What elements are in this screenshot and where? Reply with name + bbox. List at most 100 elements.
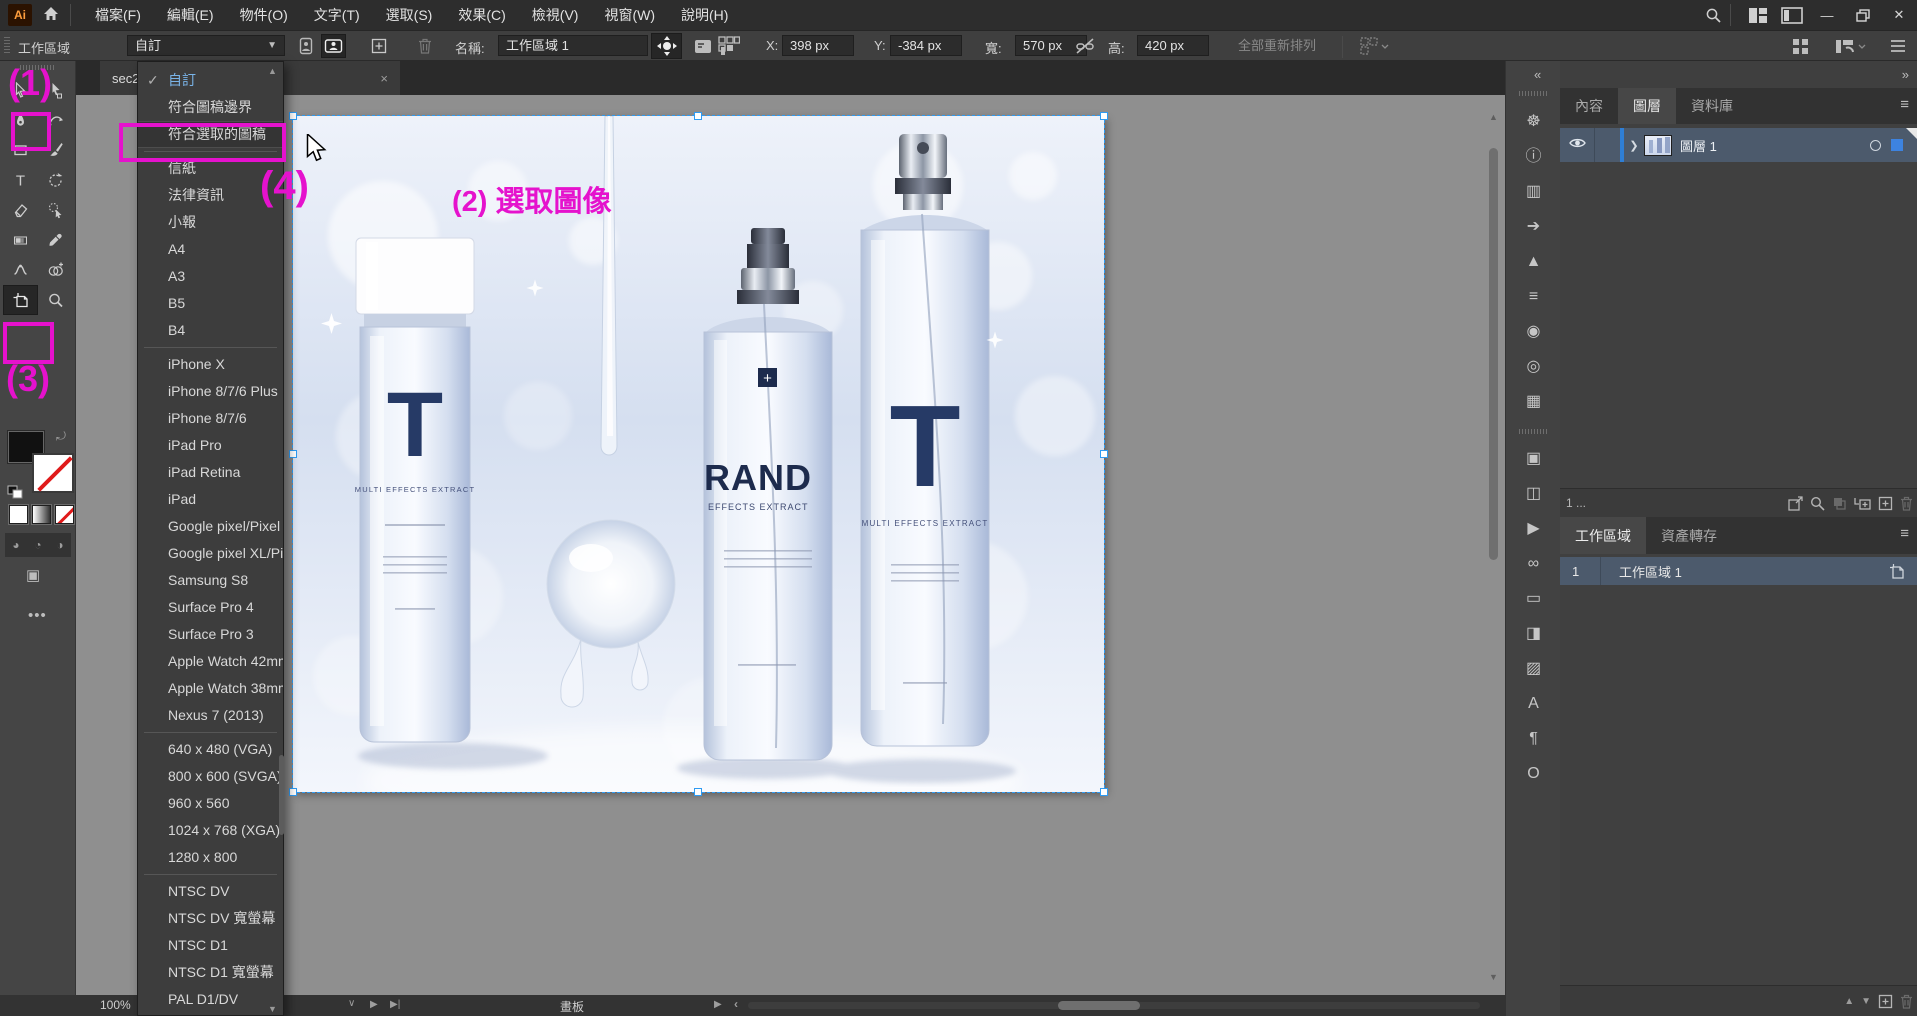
mode-outline-icon[interactable]: ◔ (27, 533, 49, 557)
layer-selection-proxy[interactable] (1891, 139, 1903, 151)
tab-content[interactable]: 內容 (1560, 88, 1618, 124)
preset-dropdown-field[interactable]: 自訂▼ (127, 35, 285, 56)
mode-normal-icon[interactable]: ◕ (5, 533, 27, 557)
layer-name[interactable]: 圖層 1 (1680, 136, 1717, 155)
eraser-tool[interactable] (3, 195, 38, 225)
new-artboard-button[interactable] (366, 34, 391, 58)
graph-icon[interactable]: ▥ (1506, 183, 1561, 201)
preset-menu-item[interactable]: A3 (138, 263, 283, 290)
preset-menu-item[interactable]: Google pixel XL/Pixel 2 XL (138, 540, 283, 567)
layer-thumbnail[interactable] (1644, 135, 1672, 156)
artboard-tool[interactable] (3, 285, 38, 315)
strip-grip[interactable] (1519, 91, 1549, 96)
vertical-scrollbar[interactable] (1489, 148, 1498, 560)
menubar-item[interactable]: 檢視(V) (519, 0, 592, 30)
preset-menu-item[interactable]: iPhone 8/7/6 (138, 405, 283, 432)
zoom-level[interactable]: 100% (100, 998, 131, 1012)
preset-menu-item[interactable]: 640 x 480 (VGA) (138, 736, 283, 763)
scroll-down-icon[interactable]: ▼ (1489, 972, 1498, 982)
locate-object-icon[interactable] (1810, 496, 1825, 511)
preset-menu-item[interactable]: Surface Pro 3 (138, 621, 283, 648)
menu-scrollbar[interactable] (279, 755, 284, 835)
artboard-row[interactable]: 1 工作區域 1 (1560, 557, 1917, 585)
arrange-documents-icon[interactable] (1828, 34, 1876, 58)
stroke-swatch-none[interactable] (32, 453, 74, 493)
preset-menu-item[interactable]: iPad (138, 486, 283, 513)
variables-icon[interactable]: ▲ (1506, 253, 1561, 271)
sphere-icon[interactable]: ◉ (1506, 323, 1561, 341)
tab-libraries[interactable]: 資料庫 (1676, 88, 1748, 124)
stroke-icon[interactable]: ≡ (1506, 288, 1561, 306)
workspace-switcher-icon[interactable] (1741, 0, 1775, 30)
selection-handle[interactable] (1100, 788, 1108, 796)
menubar-item[interactable]: 檔案(F) (82, 0, 154, 30)
mode-preview-icon[interactable]: ◑ (49, 533, 71, 557)
info-icon[interactable]: ⓘ (1506, 148, 1561, 166)
character-icon[interactable]: A (1506, 695, 1561, 713)
list-menu-icon[interactable] (1885, 34, 1910, 58)
portrait-orientation-button[interactable] (293, 34, 318, 58)
delete-artboard-icon[interactable] (412, 34, 437, 58)
y-input[interactable]: -384 px (890, 35, 962, 56)
strip-grip[interactable] (1519, 429, 1549, 434)
artboard-grid-icon[interactable] (716, 34, 741, 58)
preset-menu-item[interactable]: 符合圖稿邊界 (138, 94, 283, 121)
preset-menu-item[interactable]: B5 (138, 290, 283, 317)
menubar-item[interactable]: 選取(S) (373, 0, 446, 30)
rotate-tool[interactable] (38, 165, 73, 195)
rearrange-all-button[interactable]: 全部重新排列 (1227, 35, 1327, 57)
export-icon[interactable]: ➔ (1506, 218, 1561, 236)
default-fill-stroke-icon[interactable] (7, 485, 23, 499)
type-tool[interactable]: T (3, 165, 38, 195)
link-dimensions-icon[interactable] (1072, 34, 1097, 58)
eyedropper-tool[interactable] (38, 225, 73, 255)
preset-menu-item[interactable]: NTSC DV (138, 878, 283, 905)
search-icon[interactable] (1696, 0, 1730, 30)
menubar-item[interactable]: 效果(C) (445, 0, 518, 30)
selection-handle[interactable] (289, 788, 297, 796)
layer-target-icon[interactable] (1870, 140, 1881, 151)
artboard-image[interactable]: T MULTI EFFECTS EXTRACT + RAND EFFECTS E… (293, 116, 1104, 792)
tab-layers[interactable]: 圖層 (1618, 88, 1676, 124)
link-icon[interactable]: ∞ (1506, 555, 1561, 573)
tab-asset-export[interactable]: 資產轉存 (1646, 517, 1732, 554)
preset-menu-item[interactable]: Samsung S8 (138, 567, 283, 594)
make-mask-icon[interactable] (1832, 496, 1847, 511)
menubar-item[interactable]: 說明(H) (668, 0, 741, 30)
panel-menu-icon[interactable]: ≡ (1900, 96, 1909, 113)
ellipse-icon[interactable]: O (1506, 765, 1561, 783)
preset-menu-item[interactable]: 800 x 600 (SVGA) (138, 763, 283, 790)
color-button[interactable] (9, 505, 28, 524)
landscape-orientation-button[interactable] (321, 34, 346, 58)
menubar-item[interactable]: 物件(O) (227, 0, 301, 30)
minimize-button[interactable]: — (1809, 0, 1845, 30)
document-arrange-icon[interactable] (1775, 0, 1809, 30)
artboard-options-icon[interactable] (690, 34, 715, 58)
settings-wheel-icon[interactable]: ☸ (1506, 113, 1561, 131)
rearrange-grid-icon[interactable] (1355, 34, 1395, 58)
preset-menu-item[interactable]: Apple Watch 42mm (138, 648, 283, 675)
preset-menu-item[interactable]: iPad Pro (138, 432, 283, 459)
menubar-item[interactable]: 文字(T) (301, 0, 373, 30)
x-input[interactable]: 398 px (782, 35, 854, 56)
expand-layer-chevron[interactable]: ❯ (1624, 139, 1644, 152)
preset-menu-item[interactable]: B4 (138, 317, 283, 344)
height-input[interactable]: 420 px (1137, 35, 1209, 56)
none-button[interactable] (55, 505, 74, 524)
menubar-item[interactable]: 視窗(W) (591, 0, 668, 30)
transform-icon[interactable]: ▦ (1506, 393, 1561, 411)
gradient-icon[interactable]: ▨ (1506, 660, 1561, 678)
preset-menu-item[interactable]: 960 x 560 (138, 790, 283, 817)
delete-layer-icon[interactable] (1900, 496, 1913, 511)
selection-handle[interactable] (1100, 112, 1108, 120)
gradient-tool[interactable] (3, 225, 38, 255)
menu-scroll-down-icon[interactable]: ▼ (268, 1004, 1912, 1014)
preset-menu-item[interactable]: Google pixel/Pixel 2 (138, 513, 283, 540)
more-tools-icon[interactable]: ••• (28, 607, 47, 624)
artboard-name-input[interactable]: 工作區域 1 (498, 35, 648, 56)
panel-menu-icon[interactable]: ≡ (1900, 525, 1909, 542)
layer-row[interactable]: ❯ 圖層 1 (1560, 128, 1917, 162)
preset-menu-item[interactable]: NTSC D1 (138, 932, 283, 959)
selection-handle[interactable] (289, 112, 297, 120)
artboard-name[interactable]: 工作區域 1 (1601, 562, 1682, 581)
